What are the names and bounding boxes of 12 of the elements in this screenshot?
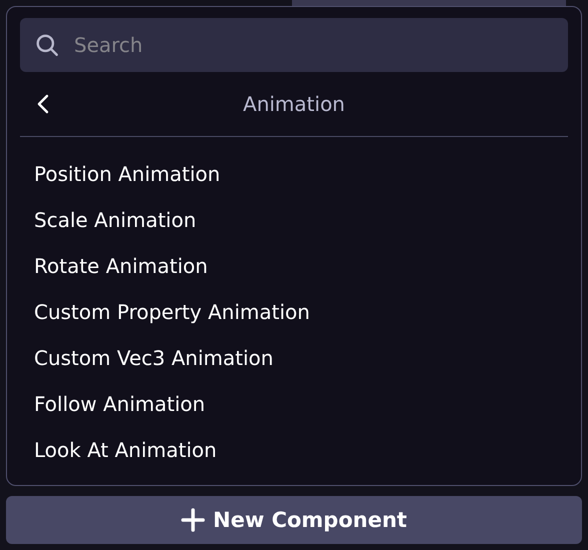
menu-item[interactable]: Follow Animation [20, 381, 568, 427]
menu-item[interactable]: Scale Animation [20, 197, 568, 243]
menu-title: Animation [242, 92, 346, 116]
menu-item[interactable]: Custom Property Animation [20, 289, 568, 335]
menu-item[interactable]: Custom Vec3 Animation [20, 335, 568, 381]
menu-item[interactable]: Position Animation [20, 151, 568, 197]
menu-item[interactable]: Look At Animation [20, 427, 568, 473]
search-field[interactable]: Search [20, 18, 568, 72]
plus-icon [181, 508, 206, 532]
new-component-button[interactable]: New Component [6, 496, 582, 544]
search-icon [34, 32, 60, 58]
menu-item[interactable]: Rotate Animation [20, 243, 568, 289]
